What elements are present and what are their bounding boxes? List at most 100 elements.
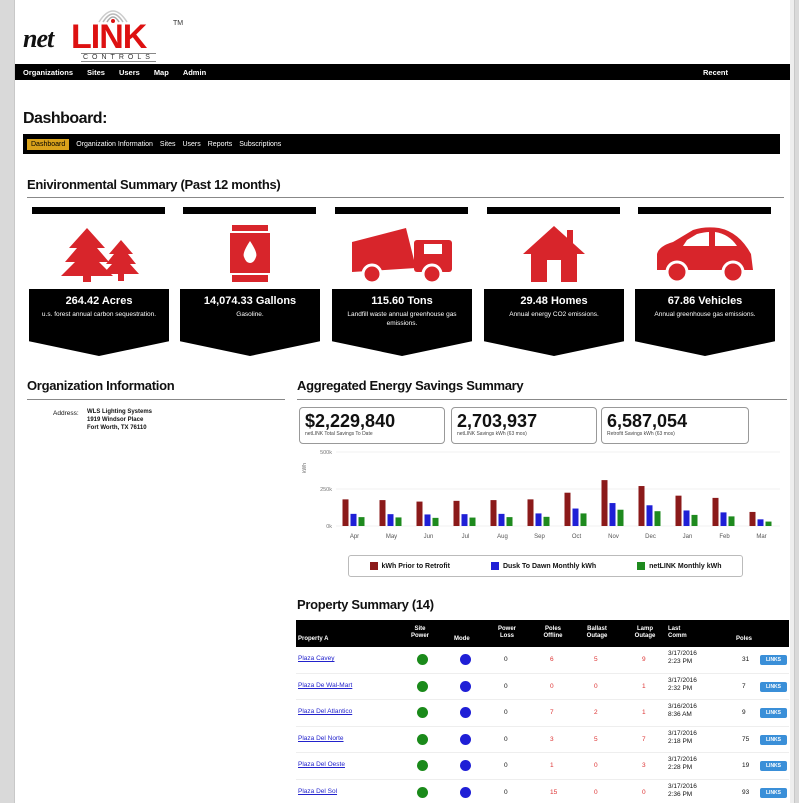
- nav-sites[interactable]: Sites: [87, 68, 105, 77]
- bar-jan-s1[interactable]: [683, 510, 690, 526]
- page-scrollbar[interactable]: [790, 0, 794, 803]
- power-loss-value: 0: [504, 682, 508, 690]
- car-icon: [635, 219, 775, 289]
- col-ballast-outage[interactable]: Ballast Outage: [582, 626, 612, 640]
- bar-jul-s2[interactable]: [469, 517, 476, 526]
- bar-feb-s0[interactable]: [712, 497, 719, 526]
- property-link[interactable]: Plaza Cavey: [298, 655, 335, 662]
- bar-jan-s0[interactable]: [675, 495, 682, 526]
- last-comm-value: 3/16/2016 8:36 AM: [668, 703, 697, 718]
- x-tick-label: Jul: [462, 534, 470, 540]
- col-last-comm[interactable]: Last Comm: [668, 626, 690, 640]
- lamp-outage-value: 1: [642, 682, 646, 690]
- table-row[interactable]: Plaza Cavey 0 6 5 9 3/17/2016 2:23 PM 31 LINKS: [296, 647, 789, 674]
- table-row[interactable]: Plaza Del Oeste 0 1 0 3 3/17/2016 2:28 PM 19 LI…: [296, 753, 789, 780]
- col-power-loss[interactable]: Power Loss: [494, 626, 520, 640]
- tab-organization-information[interactable]: Organization Information: [76, 141, 153, 148]
- netlink-logo[interactable]: net LINK TM CONTROLS: [23, 6, 193, 62]
- lamp-outage-value: 9: [642, 656, 646, 663]
- property-link[interactable]: Plaza Del Oeste: [298, 761, 345, 768]
- nav-recent[interactable]: Recent: [703, 68, 728, 77]
- nav-users[interactable]: Users: [119, 68, 140, 77]
- bar-dec-s2[interactable]: [654, 511, 661, 526]
- bar-nov-s1[interactable]: [609, 503, 616, 526]
- col-poles-offline[interactable]: Poles Offline: [540, 626, 566, 640]
- poles-offline-value: 6: [550, 656, 554, 663]
- bar-jul-s1[interactable]: [461, 514, 468, 526]
- site-power-indicator: [417, 654, 428, 665]
- property-link[interactable]: Plaza Del Atlantico: [298, 708, 352, 715]
- links-button[interactable]: LINKS: [760, 655, 787, 665]
- ballast-outage-value: 0: [594, 788, 598, 796]
- tab-subscriptions[interactable]: Subscriptions: [239, 141, 281, 148]
- tab-reports[interactable]: Reports: [208, 141, 233, 148]
- col-site-power[interactable]: Site Power: [406, 626, 434, 640]
- tab-sites[interactable]: Sites: [160, 141, 176, 148]
- bar-apr-s1[interactable]: [350, 513, 357, 526]
- property-link[interactable]: Plaza Del Sol: [298, 788, 337, 795]
- poles-offline-value: 0: [550, 682, 554, 690]
- x-tick-label: Oct: [572, 534, 582, 540]
- ballast-outage-value: 0: [594, 682, 598, 690]
- bar-may-s0[interactable]: [379, 500, 386, 526]
- bar-sep-s1[interactable]: [535, 513, 542, 526]
- bar-nov-s2[interactable]: [617, 509, 624, 526]
- tab-users[interactable]: Users: [182, 141, 200, 148]
- bar-apr-s2[interactable]: [358, 517, 365, 526]
- tile-top-bar: [638, 207, 771, 214]
- bar-dec-s0[interactable]: [638, 486, 645, 526]
- bar-oct-s2[interactable]: [580, 513, 587, 526]
- bar-mar-s0[interactable]: [749, 511, 756, 526]
- bar-may-s1[interactable]: [387, 514, 394, 526]
- nav-organizations[interactable]: Organizations: [23, 68, 73, 77]
- bar-feb-s1[interactable]: [720, 512, 727, 526]
- bar-dec-s1[interactable]: [646, 505, 653, 526]
- links-button[interactable]: LINKS: [760, 734, 787, 745]
- property-link[interactable]: Plaza Del Norte: [298, 735, 344, 742]
- table-row[interactable]: Plaza Del Atlantico 0 7 2 1 3/16/2016 8:36 AM…: [296, 700, 789, 727]
- links-button[interactable]: LINKS: [760, 787, 787, 798]
- bar-sep-s0[interactable]: [527, 499, 534, 526]
- bar-aug-s2[interactable]: [506, 517, 513, 526]
- col-mode[interactable]: Mode: [454, 636, 470, 643]
- nav-admin[interactable]: Admin: [183, 68, 206, 77]
- bar-jun-s0[interactable]: [416, 501, 423, 526]
- col-lamp-outage[interactable]: Lamp Outage: [630, 626, 660, 640]
- org-divider: [27, 399, 285, 400]
- nav-map[interactable]: Map: [154, 68, 169, 77]
- links-button[interactable]: LINKS: [760, 761, 787, 771]
- poles-value: 31: [742, 656, 750, 663]
- bar-mar-s1[interactable]: [757, 519, 764, 526]
- bar-feb-s2[interactable]: [728, 516, 735, 526]
- bar-apr-s0[interactable]: [342, 499, 349, 526]
- bar-aug-s1[interactable]: [498, 513, 505, 526]
- tab-dashboard[interactable]: Dashboard: [27, 138, 70, 150]
- bar-jul-s0[interactable]: [453, 500, 460, 526]
- bar-jun-s1[interactable]: [424, 514, 431, 526]
- x-tick-label: Jun: [424, 534, 434, 540]
- bar-jan-s2[interactable]: [691, 514, 698, 526]
- bar-jun-s2[interactable]: [432, 517, 439, 526]
- env-tile-gasoline: 14,074.33 Gallons Gasoline.: [180, 207, 320, 356]
- links-button[interactable]: LINKS: [760, 708, 787, 718]
- table-row[interactable]: Plaza De Wal-Mart 0 0 0 1 3/17/2016 2:32 PM 7 L…: [296, 674, 789, 700]
- bar-sep-s2[interactable]: [543, 516, 550, 526]
- col-poles[interactable]: Poles: [736, 636, 752, 643]
- bar-oct-s1[interactable]: [572, 508, 579, 526]
- env-tile-box: 67.86 Vehicles Annual greenhouse gas emi…: [635, 289, 775, 356]
- address-line: WLS Lighting Systems: [87, 409, 153, 415]
- links-button[interactable]: LINKS: [760, 681, 787, 692]
- bar-may-s2[interactable]: [395, 517, 402, 526]
- property-link[interactable]: Plaza De Wal-Mart: [298, 682, 352, 689]
- bar-nov-s0[interactable]: [601, 480, 608, 526]
- bar-mar-s2[interactable]: [765, 521, 772, 526]
- bar-oct-s0[interactable]: [564, 492, 571, 526]
- poles-offline-value: 3: [550, 735, 554, 743]
- bar-aug-s0[interactable]: [490, 500, 497, 526]
- table-row[interactable]: Plaza Del Sol 0 15 0 0 3/17/2016 2:36 PM 93 LIN…: [296, 780, 789, 803]
- org-info-title: Organization Information: [27, 378, 175, 393]
- table-row[interactable]: Plaza Del Norte 0 3 5 7 3/17/2016 2:18 PM 75 LI…: [296, 727, 789, 753]
- env-tile-vehicles: 67.86 Vehicles Annual greenhouse gas emi…: [635, 207, 775, 356]
- col-property[interactable]: Property A: [298, 636, 328, 643]
- env-summary-title: Enivironmental Summary (Past 12 months): [27, 177, 281, 192]
